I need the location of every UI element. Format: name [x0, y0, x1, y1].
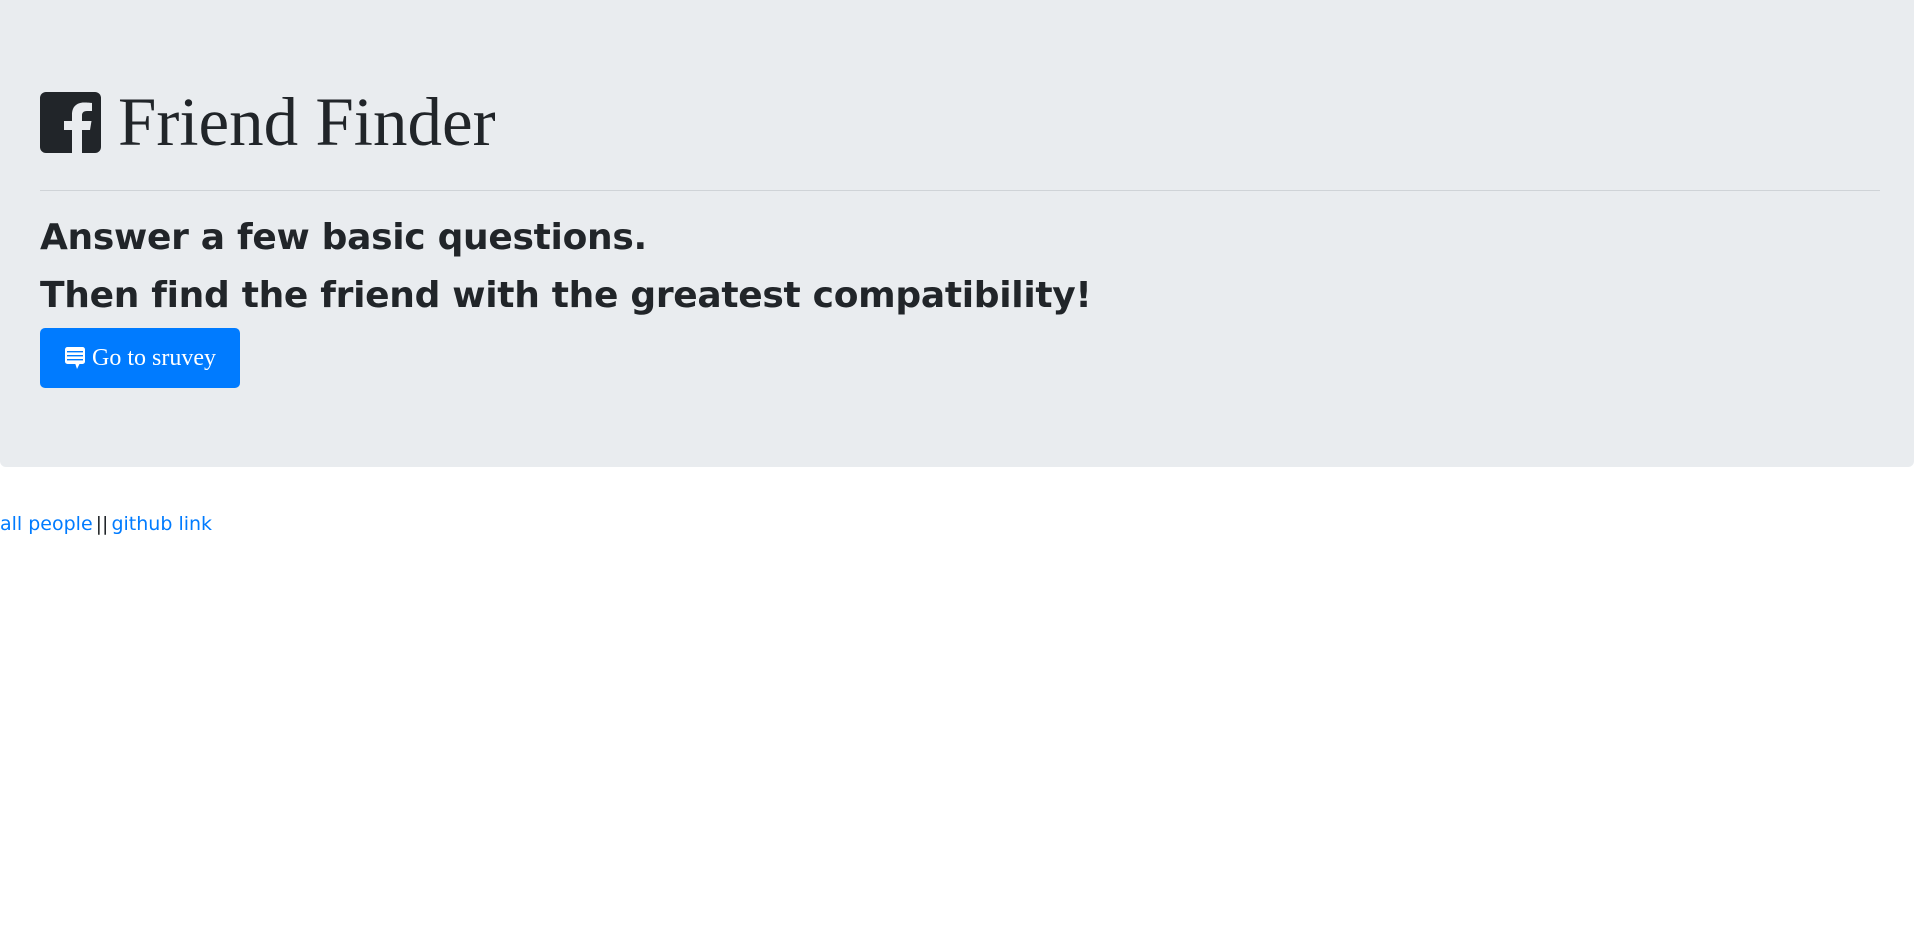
facebook-square-icon — [40, 91, 101, 153]
link-separator: || — [95, 513, 109, 535]
jumbotron: Friend Finder Answer a few basic questio… — [0, 0, 1914, 467]
footer-links: all people || github link — [0, 511, 212, 537]
go-to-survey-label: Go to sruvey — [92, 344, 216, 371]
intro-line-2: Then find the friend with the greatest c… — [40, 275, 1092, 316]
title-row: Friend Finder — [40, 84, 496, 160]
page-title: Friend Finder — [118, 84, 496, 160]
divider — [40, 190, 1880, 191]
all-people-link[interactable]: all people — [0, 513, 93, 535]
comment-alt-icon — [64, 346, 86, 370]
intro-line-1: Answer a few basic questions. — [40, 217, 647, 258]
github-link[interactable]: github link — [111, 513, 212, 535]
go-to-survey-button[interactable]: Go to sruvey — [40, 328, 240, 388]
